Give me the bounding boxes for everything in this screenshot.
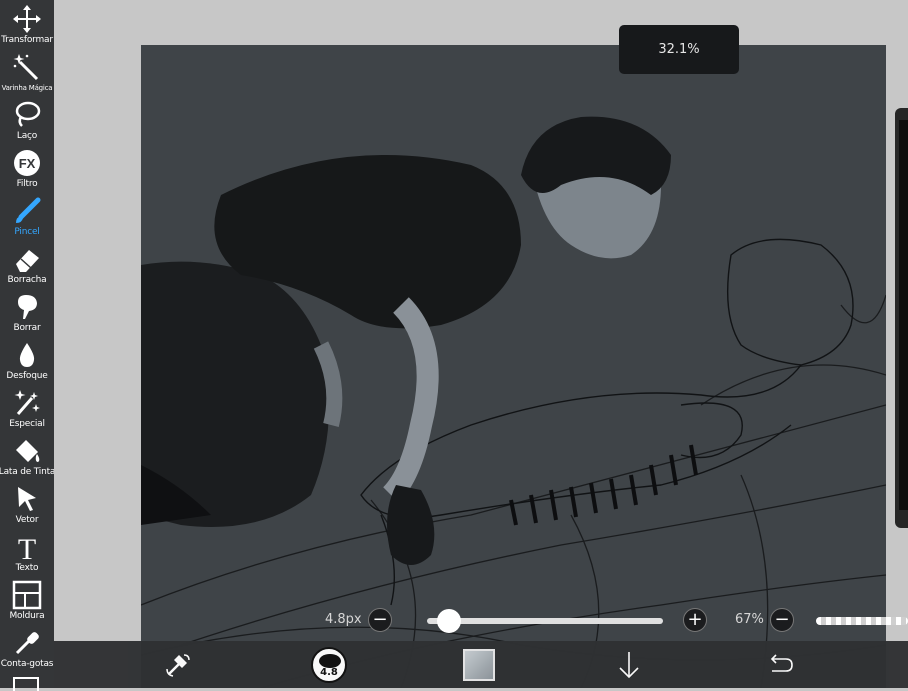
tool-label: Laço	[16, 131, 38, 141]
more-tools-icon[interactable]	[13, 677, 39, 691]
brush-size-increase-button[interactable]: +	[683, 608, 707, 632]
tool-label: Filtro	[16, 179, 38, 189]
brush-eraser-swap-button[interactable]	[158, 641, 198, 688]
tool-label: Borracha	[7, 275, 47, 285]
tool-label: Varinha Mágica	[1, 84, 53, 92]
brush-size-slider-knob[interactable]	[436, 609, 461, 633]
blur-drop-icon	[19, 343, 35, 367]
fx-icon-text: FX	[19, 156, 36, 171]
layer-thumbnail-strip	[899, 120, 908, 510]
text-icon-glyph: T	[18, 533, 36, 562]
vector-cursor-icon	[18, 487, 36, 511]
tool-frame[interactable]: Moldura	[0, 580, 54, 626]
tool-blur[interactable]: Desfoque	[0, 340, 54, 386]
paint-bucket-icon	[16, 440, 40, 462]
special-sparkle-icon	[14, 390, 40, 415]
brush-preview-icon: 4.8	[311, 646, 347, 683]
eraser-icon	[16, 250, 39, 272]
brush-size-badge: 4.8	[320, 666, 338, 678]
tool-lasso[interactable]: Laço	[0, 100, 54, 146]
tool-vector[interactable]: Vetor	[0, 484, 54, 530]
tool-sidebar: Transformar Varinha Mágica Laço FX Filtr…	[0, 0, 56, 691]
tool-transform[interactable]: Transformar	[0, 4, 54, 50]
layers-button[interactable]	[609, 641, 649, 688]
brush-controls: 4.8px − + 67% −	[310, 602, 908, 638]
tool-brush[interactable]: Pincel	[0, 196, 54, 242]
tool-label: Desfoque	[6, 371, 48, 381]
brush-size-slider[interactable]	[427, 609, 663, 633]
brush-eraser-swap-icon	[166, 653, 190, 677]
tool-eraser[interactable]: Borracha	[0, 244, 54, 290]
smudge-icon	[18, 295, 37, 319]
magic-wand-icon	[13, 54, 39, 81]
tool-label: Conta-gotas	[0, 659, 54, 669]
brush-opacity-decrease-button[interactable]: −	[770, 608, 794, 632]
tool-label: Lata de Tinta	[0, 467, 56, 477]
tool-label: Moldura	[9, 611, 45, 621]
eyedropper-icon	[15, 632, 39, 655]
brush-size-decrease-button[interactable]: −	[368, 608, 392, 632]
undo-button[interactable]	[760, 641, 800, 688]
tool-filter[interactable]: FX Filtro	[0, 148, 54, 194]
bottom-toolbar: 4.8	[54, 641, 908, 688]
undo-icon	[770, 653, 793, 672]
artwork-illustration	[141, 116, 886, 688]
tool-eyedropper[interactable]: Conta-gotas	[0, 628, 54, 674]
tool-label: Borrar	[13, 323, 41, 333]
tool-paint-bucket[interactable]: Lata de Tinta	[0, 436, 56, 482]
move-arrows-icon	[13, 5, 41, 33]
tool-label: Especial	[9, 419, 45, 429]
tool-label: Pincel	[14, 227, 40, 237]
tool-label: Transformar	[1, 35, 53, 45]
lasso-icon	[15, 101, 41, 127]
tool-special[interactable]: Especial	[0, 388, 54, 434]
text-t-icon: T	[18, 533, 36, 562]
drawing-canvas[interactable]	[141, 45, 886, 688]
color-picker-button[interactable]	[459, 641, 499, 688]
brush-icon	[16, 197, 41, 223]
tool-text[interactable]: T Texto	[0, 532, 54, 578]
tool-smudge[interactable]: Borrar	[0, 292, 54, 338]
tool-label: Vetor	[15, 515, 39, 525]
frame-icon	[12, 580, 42, 610]
tool-magic-wand[interactable]: Varinha Mágica	[0, 52, 54, 98]
brush-opacity-value: 67%	[735, 612, 764, 627]
brush-opacity-slider[interactable]	[816, 617, 908, 625]
arrow-down-icon	[619, 651, 639, 678]
tool-label: Texto	[15, 563, 39, 573]
brush-size-value: 4.8px	[325, 612, 362, 627]
fx-filter-icon: FX	[14, 150, 40, 176]
brush-select-button[interactable]: 4.8	[309, 641, 349, 688]
color-swatch-icon	[463, 648, 495, 681]
zoom-indicator: 32.1%	[619, 25, 739, 74]
